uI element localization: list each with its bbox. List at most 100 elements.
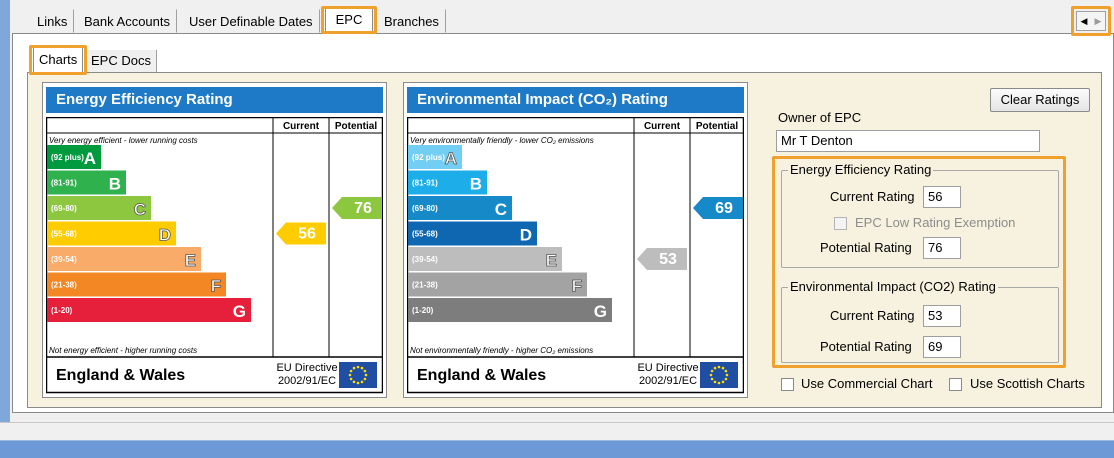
tab-bank-accounts[interactable]: Bank Accounts <box>77 9 177 33</box>
energy-potential-input[interactable]: 76 <box>923 237 961 259</box>
column-header-potential: Potential <box>335 121 377 132</box>
eu-star-icon <box>710 377 714 381</box>
tab-scroll-arrows[interactable]: ◀ ▶ <box>1076 11 1106 31</box>
band-letter-G: G <box>233 302 246 321</box>
eu-star-icon <box>356 365 360 369</box>
footer-region: England & Wales <box>417 367 546 384</box>
band-range-E: (39-54) <box>51 255 77 264</box>
band-bar-G <box>408 298 612 322</box>
eu-star-icon <box>717 365 721 369</box>
band-range-D: (55-68) <box>412 230 438 239</box>
eu-star-icon <box>717 381 721 385</box>
eu-star-icon <box>724 377 728 381</box>
group-title: Energy Efficiency Rating <box>788 162 934 178</box>
env-current-label: Current Rating <box>830 308 915 323</box>
band-letter-F: F <box>572 277 582 296</box>
band-range-G: (1-20) <box>412 306 434 315</box>
owner-input[interactable]: Mr T Denton <box>776 130 1040 152</box>
band-range-A: (92 plus) <box>51 153 84 162</box>
band-letter-F: F <box>211 277 221 296</box>
band-range-G: (1-20) <box>51 306 73 315</box>
eu-star-icon <box>363 369 367 373</box>
band-range-E: (39-54) <box>412 255 438 264</box>
status-strip <box>0 422 1114 440</box>
eu-star-icon <box>360 366 364 370</box>
potential-rating-value: 76 <box>354 200 372 217</box>
chart-title: Energy Efficiency Rating <box>46 87 383 113</box>
env-potential-input[interactable]: 69 <box>923 336 961 358</box>
tab-epc[interactable]: EPC <box>325 6 373 34</box>
band-letter-B: B <box>109 175 121 194</box>
eu-star-icon <box>710 369 714 373</box>
band-letter-C: C <box>134 200 146 219</box>
clear-ratings-button[interactable]: Clear Ratings <box>990 88 1090 112</box>
scroll-left-icon[interactable]: ◀ <box>1077 12 1091 30</box>
eu-star-icon <box>713 366 717 370</box>
band-letter-D: D <box>159 226 171 245</box>
band-letter-G: G <box>594 302 607 321</box>
band-letter-C: C <box>495 200 507 219</box>
eu-star-icon <box>356 381 360 385</box>
tab-links[interactable]: Links <box>30 9 75 33</box>
band-range-B: (81-91) <box>412 179 438 188</box>
eu-star-icon <box>349 369 353 373</box>
energy-current-label: Current Rating <box>830 189 915 204</box>
scroll-right-icon[interactable]: ▶ <box>1091 12 1105 30</box>
tab-branches[interactable]: Branches <box>377 9 446 33</box>
scottish-charts-label: Use Scottish Charts <box>970 376 1085 391</box>
band-letter-E: E <box>185 251 196 270</box>
top-note: Very environmentally friendly - lower CO… <box>410 136 594 145</box>
band-letter-D: D <box>520 226 532 245</box>
band-letter-A: A <box>84 149 96 168</box>
footer-region: England & Wales <box>56 367 185 384</box>
eu-star-icon <box>363 377 367 381</box>
commercial-chart-label: Use Commercial Chart <box>801 376 933 391</box>
energy-chart-svg: Current Potential Very energy efficient - … <box>46 117 383 394</box>
scottish-charts-checkbox[interactable] <box>949 378 962 391</box>
energy-potential-label: Potential Rating <box>820 240 912 255</box>
eu-star-icon <box>721 366 725 370</box>
band-letter-E: E <box>546 251 557 270</box>
eu-star-icon <box>349 377 353 381</box>
directive-line2: 2002/91/EC <box>278 375 336 387</box>
column-header-current: Current <box>283 121 320 132</box>
column-header-potential: Potential <box>696 121 738 132</box>
eu-star-icon <box>364 373 368 377</box>
eu-star-icon <box>709 373 713 377</box>
eu-star-icon <box>348 373 352 377</box>
eu-star-icon <box>352 366 356 370</box>
exemption-checkbox[interactable] <box>834 217 847 230</box>
chart-title: Environmental Impact (CO₂) Rating <box>407 87 744 113</box>
top-note: Very energy efficient - lower running co… <box>49 136 198 145</box>
tab-user-definable-dates[interactable]: User Definable Dates <box>182 9 320 33</box>
directive-line1: EU Directive <box>637 362 698 374</box>
current-rating-value: 56 <box>298 226 316 243</box>
band-bar-G <box>47 298 251 322</box>
band-range-C: (69-80) <box>412 204 438 213</box>
env-potential-label: Potential Rating <box>820 339 912 354</box>
band-range-D: (55-68) <box>51 230 77 239</box>
environmental-impact-chart: Environmental Impact (CO₂) Rating Curren… <box>403 82 748 398</box>
energy-current-input[interactable]: 56 <box>923 186 961 208</box>
directive-line1: EU Directive <box>276 362 337 374</box>
eu-star-icon <box>725 373 729 377</box>
env-chart-svg: Current Potential Very environmentally fri… <box>407 117 744 394</box>
current-rating-value: 53 <box>659 251 677 268</box>
commercial-chart-checkbox[interactable] <box>781 378 794 391</box>
band-range-B: (81-91) <box>51 179 77 188</box>
bottom-note: Not environmentally friendly - higher CO… <box>410 346 593 355</box>
band-letter-A: A <box>445 149 457 168</box>
column-header-current: Current <box>644 121 681 132</box>
window-frame-bottom <box>0 440 1114 458</box>
potential-rating-value: 69 <box>715 200 733 217</box>
subtab-epc-docs[interactable]: EPC Docs <box>86 50 157 72</box>
energy-efficiency-chart: Energy Efficiency Rating Current Potentia… <box>42 82 387 398</box>
band-range-F: (21-38) <box>412 281 438 290</box>
env-current-input[interactable]: 53 <box>923 305 961 327</box>
eu-star-icon <box>360 380 364 384</box>
band-range-C: (69-80) <box>51 204 77 213</box>
eu-star-icon <box>721 380 725 384</box>
subtab-charts[interactable]: Charts <box>33 47 83 73</box>
band-range-A: (92 plus) <box>412 153 445 162</box>
eu-star-icon <box>724 369 728 373</box>
